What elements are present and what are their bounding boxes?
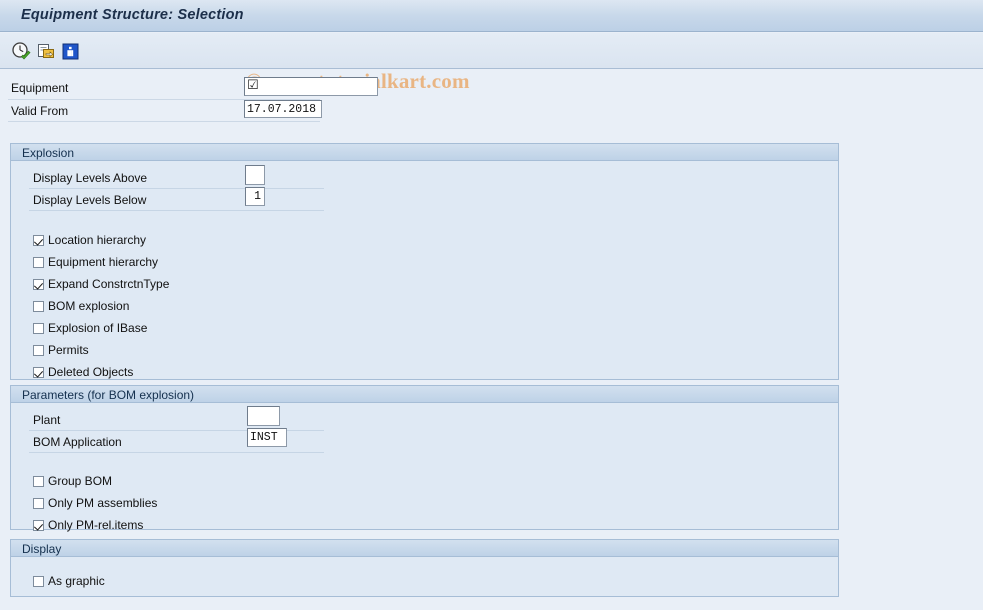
group-box-display: Display As graphic xyxy=(10,539,839,597)
checkbox-box-icon xyxy=(33,234,44,246)
group-title-explosion: Explosion xyxy=(22,146,75,160)
checkbox-box-icon xyxy=(33,344,44,356)
display-levels-above-input[interactable] xyxy=(245,165,265,185)
checkbox-as-graphic[interactable]: As graphic xyxy=(33,572,105,590)
checkbox-group-bom[interactable]: Group BOM xyxy=(33,472,112,490)
valid-from-label: Valid From xyxy=(11,104,69,118)
checkbox-box-icon xyxy=(33,300,44,312)
checkbox-box-icon xyxy=(33,497,44,509)
information-icon[interactable] xyxy=(61,41,82,61)
checkbox-only-pm-rel-items[interactable]: Only PM-rel.items xyxy=(33,516,143,534)
checkbox-box-icon xyxy=(33,519,44,531)
page-title: Equipment Structure: Selection xyxy=(21,7,244,23)
checkbox-explosion-of-ibase[interactable]: Explosion of IBase xyxy=(33,319,147,337)
group-title-display: Display xyxy=(22,542,62,556)
display-levels-below-input[interactable] xyxy=(245,187,265,206)
group-header-parameters: Parameters (for BOM explosion) xyxy=(11,386,838,403)
execute-clock-check-icon[interactable] xyxy=(11,41,32,61)
checkbox-permits[interactable]: Permits xyxy=(33,341,89,359)
group-header-display: Display xyxy=(11,540,838,557)
checkbox-box-icon xyxy=(33,475,44,487)
checkbox-label: Only PM-rel.items xyxy=(48,517,144,532)
group-header-explosion: Explosion xyxy=(11,144,838,161)
display-levels-below-label: Display Levels Below xyxy=(33,193,147,207)
field-row-display-levels-above: Display Levels Above xyxy=(11,167,331,188)
equipment-input[interactable] xyxy=(244,77,378,96)
equipment-label: Equipment xyxy=(11,81,69,95)
checkbox-location-hierarchy[interactable]: Location hierarchy xyxy=(33,231,146,249)
bom-application-label: BOM Application xyxy=(33,435,122,449)
row-separator xyxy=(29,452,324,453)
checkbox-label: Deleted Objects xyxy=(48,364,134,379)
checkbox-box-icon xyxy=(33,256,44,268)
checkbox-box-icon xyxy=(33,278,44,290)
header-fields-area: Equipment Valid From xyxy=(0,70,983,122)
application-toolbar: © www.tutorialkart.com xyxy=(0,33,983,93)
checkbox-label: Permits xyxy=(48,342,89,357)
valid-from-input[interactable] xyxy=(244,100,322,118)
checkbox-bom-explosion[interactable]: BOM explosion xyxy=(33,297,129,315)
checkbox-label: Group BOM xyxy=(48,473,113,488)
row-separator xyxy=(29,210,324,211)
checkbox-label: Only PM assemblies xyxy=(48,495,158,510)
window-title-bar: Equipment Structure: Selection xyxy=(0,0,983,32)
plant-label: Plant xyxy=(33,413,61,427)
bom-application-input[interactable] xyxy=(247,428,287,447)
checkbox-only-pm-assemblies[interactable]: Only PM assemblies xyxy=(33,494,157,512)
checkbox-box-icon xyxy=(33,366,44,378)
checkbox-expand-constrctntype[interactable]: Expand ConstrctnType xyxy=(33,275,169,293)
checkbox-label: Explosion of IBase xyxy=(48,320,148,335)
checkbox-label: As graphic xyxy=(48,573,105,588)
equipment-field-cursor-icon: ☑ xyxy=(247,78,259,93)
field-row-plant: Plant xyxy=(11,409,331,430)
row-separator xyxy=(8,121,320,122)
checkbox-box-icon xyxy=(33,322,44,334)
checkbox-equipment-hierarchy[interactable]: Equipment hierarchy xyxy=(33,253,158,271)
group-box-explosion: Explosion Display Levels Above Display L… xyxy=(10,143,839,380)
display-levels-above-label: Display Levels Above xyxy=(33,171,148,185)
group-title-parameters: Parameters (for BOM explosion) xyxy=(22,388,195,402)
group-box-parameters: Parameters (for BOM explosion) Plant BOM… xyxy=(10,385,839,531)
checkbox-box-icon xyxy=(33,575,44,587)
checkbox-label: Equipment hierarchy xyxy=(48,254,159,269)
checkbox-label: Expand ConstrctnType xyxy=(48,276,170,291)
checkbox-label: Location hierarchy xyxy=(48,232,147,247)
checkbox-label: BOM explosion xyxy=(48,298,130,313)
multiple-selection-icon[interactable] xyxy=(36,41,57,61)
checkbox-deleted-objects[interactable]: Deleted Objects xyxy=(33,363,133,381)
field-row-display-levels-below: Display Levels Below xyxy=(11,189,331,210)
plant-input[interactable] xyxy=(247,406,280,426)
